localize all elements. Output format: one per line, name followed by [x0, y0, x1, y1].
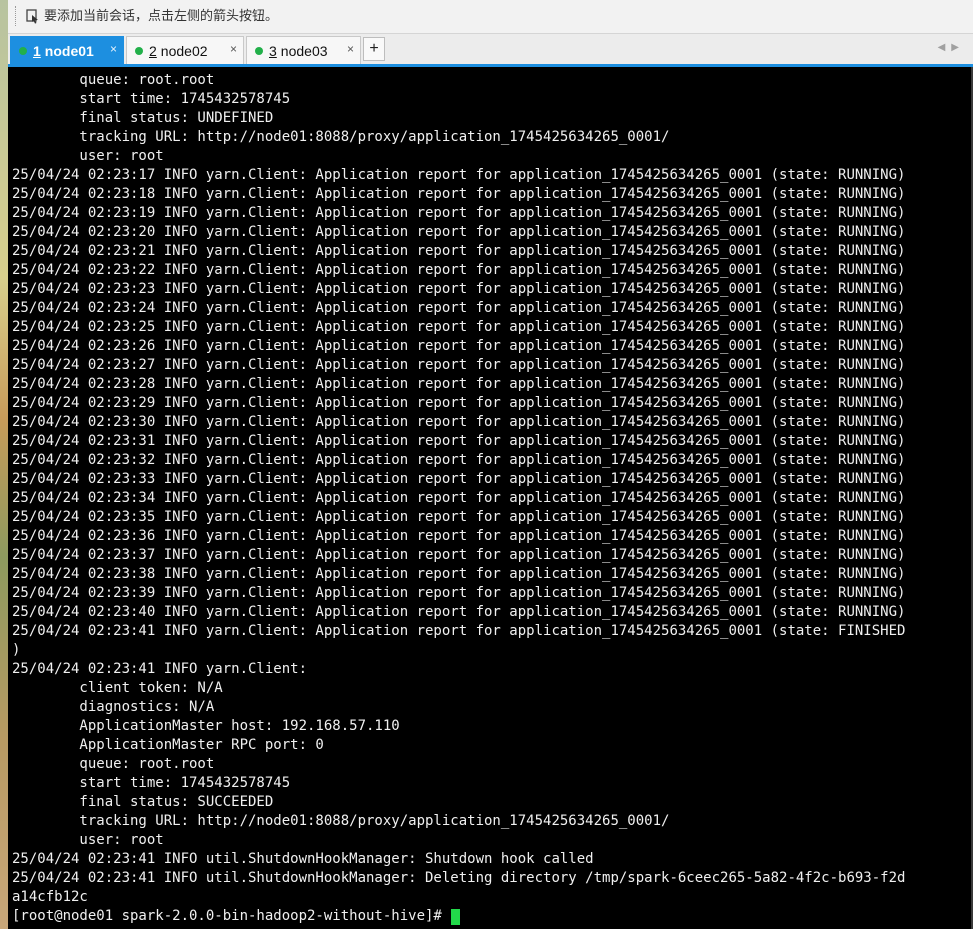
terminal-line: 25/04/24 02:23:40 INFO yarn.Client: Appl… [12, 604, 906, 620]
shell-prompt-line[interactable]: [root@node01 spark-2.0.0-bin-hadoop2-wit… [12, 907, 905, 926]
terminal-output[interactable]: queue: root.root start time: 17454325787… [8, 67, 973, 929]
connection-status-icon [19, 46, 27, 55]
terminal-line: 25/04/24 02:23:23 INFO yarn.Client: Appl… [12, 281, 906, 297]
tab-number: 3 [269, 42, 277, 59]
tab-node02[interactable]: 2 node02 × [126, 36, 244, 64]
terminal-line: tracking URL: http://node01:8088/proxy/a… [12, 129, 670, 145]
tab-number: 1 [33, 42, 41, 59]
terminal-line: 25/04/24 02:23:29 INFO yarn.Client: Appl… [12, 395, 906, 411]
terminal-line: 25/04/24 02:23:22 INFO yarn.Client: Appl… [12, 262, 906, 278]
close-icon[interactable]: × [347, 42, 354, 56]
add-tab-button[interactable]: + [363, 37, 385, 61]
terminal-line: ) [12, 642, 21, 658]
terminal-line: 25/04/24 02:23:39 INFO yarn.Client: Appl… [12, 585, 906, 601]
connection-status-icon [255, 46, 263, 55]
terminal-line: 25/04/24 02:23:25 INFO yarn.Client: Appl… [12, 319, 906, 335]
terminal-line: 25/04/24 02:23:17 INFO yarn.Client: Appl… [12, 167, 906, 183]
terminal-line: ApplicationMaster host: 192.168.57.110 [12, 718, 400, 734]
terminal-line: 25/04/24 02:23:20 INFO yarn.Client: Appl… [12, 224, 906, 240]
tab-node01[interactable]: 1 node01 × [10, 36, 124, 64]
terminal-line: 25/04/24 02:23:41 INFO util.ShutdownHook… [12, 870, 906, 886]
terminal-line: queue: root.root [12, 756, 215, 772]
terminal-line: 25/04/24 02:23:37 INFO yarn.Client: Appl… [12, 547, 906, 563]
terminal-line: final status: UNDEFINED [12, 110, 274, 126]
desktop-background-strip [0, 0, 8, 929]
terminal-line: 25/04/24 02:23:41 INFO yarn.Client: [12, 661, 308, 677]
terminal-line: 25/04/24 02:23:27 INFO yarn.Client: Appl… [12, 357, 906, 373]
tab-label: node01 [44, 42, 94, 59]
terminal-line: 25/04/24 02:23:30 INFO yarn.Client: Appl… [12, 414, 906, 430]
terminal-line: 25/04/24 02:23:26 INFO yarn.Client: Appl… [12, 338, 906, 354]
terminal-line: 25/04/24 02:23:19 INFO yarn.Client: Appl… [12, 205, 906, 221]
terminal-cursor [450, 908, 460, 925]
terminal-line: 25/04/24 02:23:31 INFO yarn.Client: Appl… [12, 433, 906, 449]
terminal-line: diagnostics: N/A [12, 699, 215, 715]
toolbar-hint-text: 要添加当前会话，点击左侧的箭头按钮。 [44, 8, 279, 23]
tab-node03[interactable]: 3 node03 × [246, 36, 361, 64]
tab-label: node02 [160, 42, 208, 59]
terminal-line: 25/04/24 02:23:24 INFO yarn.Client: Appl… [12, 300, 906, 316]
terminal-line: client token: N/A [12, 680, 223, 696]
arrow-session-icon[interactable] [25, 8, 41, 24]
terminal-line: ApplicationMaster RPC port: 0 [12, 737, 324, 753]
session-tab-bar: 1 node01 × 2 node02 × 3 node03 × + ◀▶ [8, 34, 973, 66]
shell-prompt: [root@node01 spark-2.0.0-bin-hadoop2-wit… [12, 908, 442, 924]
terminal-line: 25/04/24 02:23:18 INFO yarn.Client: Appl… [12, 186, 906, 202]
terminal-line: start time: 1745432578745 [12, 91, 291, 107]
terminal-line: 25/04/24 02:23:28 INFO yarn.Client: Appl… [12, 376, 906, 392]
terminal-line: 25/04/24 02:23:35 INFO yarn.Client: Appl… [12, 509, 906, 525]
terminal-line: user: root [12, 832, 164, 848]
tab-number: 2 [149, 42, 157, 59]
terminal-line: tracking URL: http://node01:8088/proxy/a… [12, 813, 670, 829]
terminal-line: 25/04/24 02:23:33 INFO yarn.Client: Appl… [12, 471, 906, 487]
tab-label: node03 [280, 42, 328, 59]
tab-scroll-arrows[interactable]: ◀▶ [938, 42, 965, 53]
toolbar-grip[interactable] [15, 6, 18, 26]
terminal-line: 25/04/24 02:23:38 INFO yarn.Client: Appl… [12, 566, 906, 582]
terminal-line: start time: 1745432578745 [12, 775, 291, 791]
terminal-line: 25/04/24 02:23:36 INFO yarn.Client: Appl… [12, 528, 906, 544]
close-icon[interactable]: × [110, 42, 117, 56]
session-toolbar: 要添加当前会话，点击左侧的箭头按钮。 [8, 0, 973, 34]
terminal-line: final status: SUCCEEDED [12, 794, 274, 810]
terminal-line: user: root [12, 148, 164, 164]
terminal-line: 25/04/24 02:23:34 INFO yarn.Client: Appl… [12, 490, 906, 506]
terminal-line: 25/04/24 02:23:32 INFO yarn.Client: Appl… [12, 452, 906, 468]
terminal-line: queue: root.root [12, 72, 215, 88]
terminal-line: 25/04/24 02:23:41 INFO yarn.Client: Appl… [12, 623, 906, 639]
terminal-line: 25/04/24 02:23:21 INFO yarn.Client: Appl… [12, 243, 906, 259]
terminal-line: 25/04/24 02:23:41 INFO util.ShutdownHook… [12, 851, 594, 867]
terminal-text: queue: root.root start time: 17454325787… [12, 71, 905, 926]
connection-status-icon [135, 46, 143, 55]
terminal-line: a14cfb12c [12, 889, 88, 905]
close-icon[interactable]: × [230, 42, 237, 56]
